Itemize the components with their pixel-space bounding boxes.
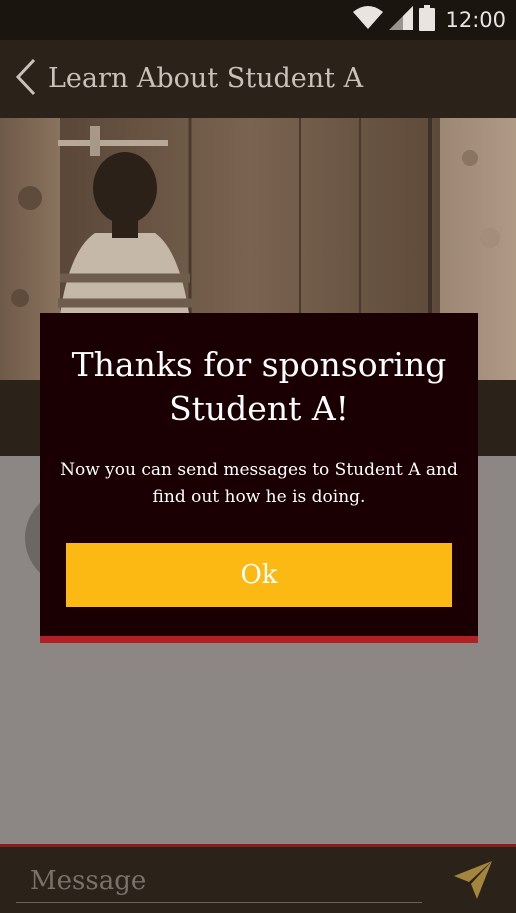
back-button[interactable] — [8, 56, 44, 102]
app-bar: Learn About Student A — [0, 40, 516, 118]
send-icon — [453, 860, 493, 904]
status-time: 12:00 — [445, 8, 506, 32]
battery-icon — [419, 5, 436, 35]
chevron-left-icon — [15, 58, 37, 100]
ok-button[interactable]: Ok — [66, 543, 452, 607]
send-button[interactable] — [450, 859, 496, 905]
message-composer — [0, 844, 516, 913]
dialog-title: Thanks for sponsoring Student A! — [71, 345, 447, 428]
page-title: Learn About Student A — [48, 63, 364, 94]
cell-signal-icon — [389, 6, 414, 34]
status-icons: 12:00 — [353, 5, 506, 35]
status-bar: 12:00 — [0, 0, 516, 40]
sponsor-dialog: Thanks for sponsoring Student A! Now you… — [40, 313, 478, 643]
dialog-message: Now you can send messages to Student A a… — [60, 460, 458, 507]
wifi-icon — [353, 6, 384, 34]
message-input[interactable] — [16, 859, 422, 903]
